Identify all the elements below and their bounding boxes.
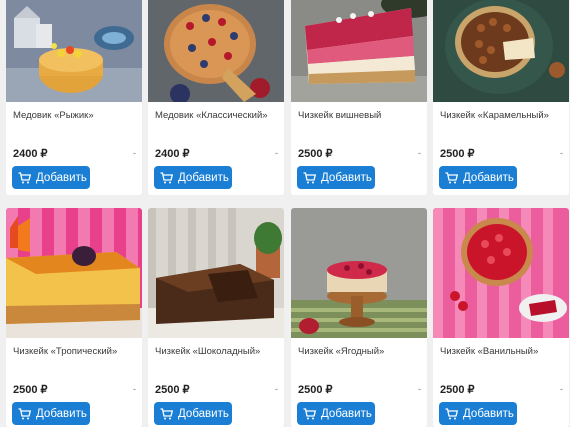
cart-icon: [303, 407, 316, 420]
add-to-cart-button[interactable]: Добавить: [12, 402, 90, 425]
add-button-label: Добавить: [36, 407, 87, 420]
product-image[interactable]: [291, 0, 427, 102]
product-price: 2400 ₽: [13, 148, 48, 160]
add-button-label: Добавить: [463, 407, 514, 420]
add-to-cart-button[interactable]: Добавить: [297, 402, 375, 425]
cart-icon: [160, 171, 173, 184]
product-quantity: -: [560, 148, 563, 158]
product-price: 2500 ₽: [298, 148, 333, 160]
add-button-label: Добавить: [178, 407, 229, 420]
add-to-cart-button[interactable]: Добавить: [439, 166, 517, 189]
product-card: Чизкейк «Шоколадный» 2500 ₽ - Добавить: [148, 208, 284, 427]
product-quantity: -: [560, 384, 563, 394]
add-button-label: Добавить: [463, 171, 514, 184]
product-image[interactable]: [148, 208, 284, 338]
add-to-cart-button[interactable]: Добавить: [12, 166, 90, 189]
add-to-cart-button[interactable]: Добавить: [439, 402, 517, 425]
product-card: Чизкейк вишневый 2500 ₽ - Добавить: [291, 0, 427, 195]
add-to-cart-button[interactable]: Добавить: [154, 402, 232, 425]
add-button-label: Добавить: [36, 171, 87, 184]
product-image[interactable]: [6, 208, 142, 338]
product-image[interactable]: [291, 208, 427, 338]
product-price: 2500 ₽: [13, 384, 48, 396]
product-card: Чизкейк «Ванильный» 2500 ₽ - Добавить: [433, 208, 569, 427]
cart-icon: [160, 407, 173, 420]
product-name: Медовик «Рыжик»: [13, 110, 94, 121]
product-name: Чизкейк «Тропический»: [13, 346, 118, 357]
product-price: 2500 ₽: [155, 384, 190, 396]
product-card: Чизкейк «Ягодный» 2500 ₽ - Добавить: [291, 208, 427, 427]
product-card: Чизкейк «Тропический» 2500 ₽ - Добавить: [6, 208, 142, 427]
product-image[interactable]: [148, 0, 284, 102]
product-image[interactable]: [6, 0, 142, 102]
add-to-cart-button[interactable]: Добавить: [154, 166, 232, 189]
add-button-label: Добавить: [321, 171, 372, 184]
product-quantity: -: [275, 384, 278, 394]
product-name: Чизкейк вишневый: [298, 110, 382, 121]
product-name: Чизкейк «Ягодный»: [298, 346, 385, 357]
product-quantity: -: [418, 384, 421, 394]
product-name: Чизкейк «Ванильный»: [440, 346, 539, 357]
cart-icon: [445, 407, 458, 420]
cart-icon: [18, 171, 31, 184]
add-to-cart-button[interactable]: Добавить: [297, 166, 375, 189]
product-grid: Медовик «Рыжик» 2400 ₽ - Добавить Медови…: [0, 0, 570, 427]
product-name: Чизкейк «Карамельный»: [440, 110, 549, 121]
product-image[interactable]: [433, 0, 569, 102]
product-card: Чизкейк «Карамельный» 2500 ₽ - Добавить: [433, 0, 569, 195]
product-price: 2400 ₽: [155, 148, 190, 160]
product-quantity: -: [275, 148, 278, 158]
product-card: Медовик «Рыжик» 2400 ₽ - Добавить: [6, 0, 142, 195]
product-quantity: -: [133, 384, 136, 394]
cart-icon: [303, 171, 316, 184]
cart-icon: [18, 407, 31, 420]
product-price: 2500 ₽: [298, 384, 333, 396]
product-price: 2500 ₽: [440, 384, 475, 396]
add-button-label: Добавить: [321, 407, 372, 420]
product-name: Медовик «Классический»: [155, 110, 268, 121]
add-button-label: Добавить: [178, 171, 229, 184]
product-price: 2500 ₽: [440, 148, 475, 160]
cart-icon: [445, 171, 458, 184]
product-quantity: -: [418, 148, 421, 158]
product-image[interactable]: [433, 208, 569, 338]
product-quantity: -: [133, 148, 136, 158]
product-card: Медовик «Классический» 2400 ₽ - Добавить: [148, 0, 284, 195]
product-name: Чизкейк «Шоколадный»: [155, 346, 261, 357]
